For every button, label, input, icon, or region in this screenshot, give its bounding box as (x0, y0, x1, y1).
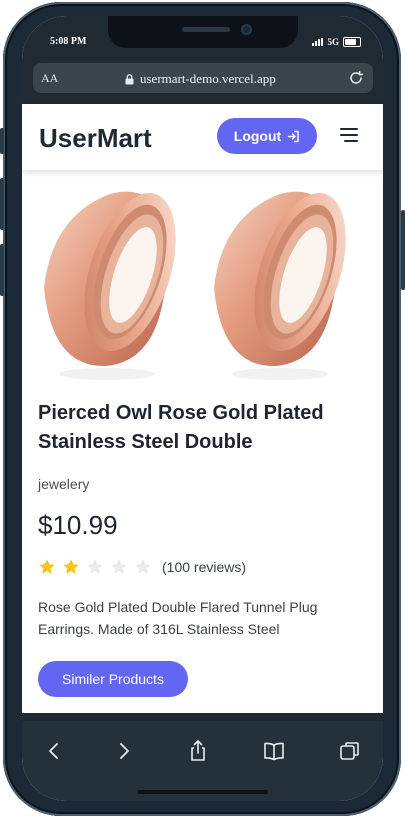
forward-icon[interactable] (112, 739, 136, 763)
logout-button[interactable]: Logout (217, 118, 317, 154)
site-navbar: UserMart Logout (22, 104, 383, 170)
star-icon (39, 559, 55, 574)
signal-icon (312, 38, 324, 46)
status-indicators: 5G (312, 37, 361, 47)
lock-icon (125, 73, 134, 84)
plug-left (44, 191, 176, 380)
browser-top-bar: 5:08 PM 5G AA usermart-demo.vercel.app (22, 16, 383, 104)
bookmarks-icon[interactable] (262, 739, 286, 763)
text-size-button[interactable]: AA (41, 71, 58, 86)
star-icon (87, 559, 103, 574)
notch (108, 16, 298, 48)
speaker (182, 27, 230, 32)
product-title: Pierced Owl Rose Gold Plated Stainless S… (38, 402, 324, 453)
front-camera (241, 24, 252, 35)
product-description: Rose Gold Plated Double Flared Tunnel Pl… (38, 599, 318, 637)
battery-icon (343, 37, 361, 47)
url-text: usermart-demo.vercel.app (140, 71, 276, 86)
similar-products-button[interactable]: Similer Products (38, 661, 188, 697)
reload-icon[interactable] (347, 69, 365, 87)
volume-up-button (0, 178, 4, 230)
url-display[interactable]: usermart-demo.vercel.app (125, 71, 276, 87)
star-icon (63, 559, 79, 574)
network-label: 5G (327, 37, 339, 47)
mute-switch (0, 128, 4, 154)
product-image (44, 191, 346, 380)
hamburger-menu-icon[interactable] (340, 128, 360, 146)
address-bar[interactable]: AA usermart-demo.vercel.app (33, 63, 373, 93)
tabs-icon[interactable] (338, 739, 362, 763)
phone-screen: 5:08 PM 5G AA usermart-demo.vercel.app U… (22, 16, 383, 801)
home-indicator (138, 790, 268, 794)
star-icon (111, 559, 127, 574)
page-footer-strip (22, 713, 383, 721)
star-icon (135, 559, 151, 574)
power-button (401, 210, 405, 290)
status-time: 5:08 PM (50, 36, 87, 47)
back-icon[interactable] (42, 739, 66, 763)
share-icon[interactable] (186, 739, 210, 763)
product-category: jewelery (38, 476, 90, 492)
logout-icon (288, 130, 299, 142)
brand-logo[interactable]: UserMart (39, 123, 152, 154)
review-count: (100 reviews) (162, 559, 247, 575)
volume-down-button (0, 244, 4, 296)
logout-label: Logout (233, 128, 282, 144)
product-rating: (100 reviews) (38, 558, 246, 576)
plug-right (214, 191, 346, 380)
browser-bottom-toolbar (22, 721, 383, 801)
product-price: $10.99 (38, 510, 118, 540)
